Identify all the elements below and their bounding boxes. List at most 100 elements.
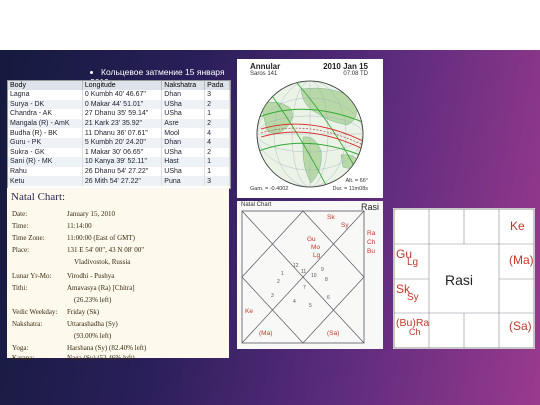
south-planet-sy: Sy	[407, 292, 419, 303]
natal-row-value: January 15, 2010	[67, 210, 116, 218]
north-house-2: 10	[311, 273, 317, 279]
table-cell: Guru - PK	[8, 137, 83, 148]
natal-row-value: 131 E 54' 00", 43 N 08' 00"	[67, 246, 145, 254]
north-planet-ch: Ch	[367, 239, 376, 246]
natal-row-key: Place:	[12, 246, 30, 254]
natal-row-key: Date:	[12, 210, 28, 218]
natal-row: Date: January 15, 2010	[12, 210, 115, 218]
north-planet-sa: (Sa)	[327, 330, 339, 337]
table-cell: 2	[204, 147, 230, 158]
natal-row-key: Time:	[12, 222, 29, 230]
table-cell: 1	[204, 157, 230, 167]
table-cell: Dhan	[161, 90, 206, 100]
natal-row: Tithi: Amavasya (Ra) [Chitra]	[12, 284, 135, 292]
natal-row-key: Karana:	[12, 354, 35, 362]
bullet-dot-icon	[90, 71, 93, 75]
eclipse-map: Annular Saros 141 2010 Jan 15 07:08 TD G…	[237, 59, 383, 198]
natal-row-value: Amavasya (Ra) [Chitra]	[67, 284, 135, 292]
natal-row-key: Lunar Yr-Mo:	[12, 272, 52, 280]
table-cell: 4	[204, 137, 230, 148]
natal-row-value: 11:00:00 (East of GMT)	[67, 234, 135, 242]
north-house-6: 8	[325, 277, 328, 283]
table-cell: 1	[204, 109, 230, 119]
north-planet-ma: (Ma)	[259, 330, 272, 337]
natal-row-value: Friday (Sk)	[67, 308, 100, 316]
table-row: Mangala (R) - AmK 21 Kark 23' 35.92" Asre 2	[8, 118, 230, 129]
table-cell: Mool	[161, 128, 206, 138]
table-cell: 21 Kark 23' 35.92"	[82, 118, 163, 129]
natal-row-value: Virodhi - Pushya	[67, 272, 115, 280]
north-house-3: 12	[293, 263, 299, 269]
table-row: Guru - PK 5 Kumbh 20' 24.20" Dhan 4	[8, 137, 230, 148]
north-house-1: 11	[301, 269, 306, 275]
table-cell: 26 Mith 54' 27.22"	[82, 176, 163, 186]
table-row: Sani (R) - MK 10 Kanya 39' 52.11" Hast 1	[8, 157, 230, 167]
north-planet-lg: Lg	[313, 252, 321, 259]
table-cell: Puna	[161, 176, 206, 186]
table-row: Chandra - AK 27 Dhanu 35' 59.14" USha 1	[8, 109, 230, 119]
south-planet-sa: (Sa)	[509, 319, 532, 333]
table-cell: Mangala (R) - AmK	[8, 118, 83, 129]
eclipse-altitude: Alt. = 66°	[345, 178, 368, 184]
table-row: Sukra - GK 1 Makar 30' 06.65" USha 2	[8, 147, 230, 158]
north-planet-ra: Ra	[367, 230, 376, 237]
north-house-9: 3	[271, 293, 274, 299]
table-cell: 5 Kumbh 20' 24.20"	[82, 137, 163, 148]
natal-row: Yoga: Harshana (Sy) (82.40% left)	[12, 344, 146, 352]
table-cell: Surya - DK	[8, 99, 83, 110]
table-cell: 1	[204, 166, 230, 177]
north-house-12: 5	[309, 303, 312, 309]
south-chart-grid: Gu Lg Ke (Ma) Sk Sy (Bu)Ra Ch (Sa) Rasi	[393, 208, 535, 349]
table-row: Surya - DK 0 Makar 44' 51.01" USha 2	[8, 99, 230, 110]
table-cell: Sukra - GK	[8, 147, 83, 158]
natal-row-key: Vedic Weekday:	[12, 308, 58, 316]
natal-row-key: Tithi:	[12, 284, 28, 292]
table-cell: 3	[204, 176, 230, 186]
north-planet-gu: Gu	[307, 236, 316, 243]
north-house-7: 2	[277, 279, 280, 285]
table-cell: 0 Kumbh 40' 46.67"	[82, 90, 163, 100]
table-cell: 2	[204, 118, 230, 129]
table-cell: 3	[204, 90, 230, 100]
table-header-cell: Pada	[204, 81, 230, 90]
natal-row-value: (93.00% left)	[74, 332, 112, 340]
table-header-cell: Nakshatra	[161, 81, 206, 90]
natal-row-key: Time Zone:	[12, 234, 45, 242]
table-cell: Ketu	[8, 176, 83, 186]
table-row: Ketu 26 Mith 54' 27.22" Puna 3	[8, 176, 230, 186]
north-house-4: 9	[321, 267, 324, 273]
planet-table: Body Longitude Nakshatra Pada Lagna 0 Kumbh …	[7, 80, 231, 189]
table-cell: Budha (R) - BK	[8, 128, 83, 138]
table-row: Rahu 26 Dhanu 54' 27.22" USha 1	[8, 166, 230, 177]
natal-row-key: Yoga:	[12, 344, 29, 352]
natal-row-key: Nakshatra:	[12, 320, 43, 328]
table-cell: Hast	[161, 157, 206, 167]
table-cell: Dhan	[161, 137, 206, 148]
north-house-8: 7	[303, 285, 306, 291]
north-house-11: 4	[293, 299, 296, 305]
table-cell: 26 Dhanu 54' 27.22"	[82, 166, 163, 177]
south-indian-chart: Gu Lg Ke (Ma) Sk Sy (Bu)Ra Ch (Sa) Rasi	[393, 208, 535, 349]
table-cell: 11 Dhanu 36' 07.61"	[82, 128, 163, 138]
table-cell: 0 Makar 44' 51.01"	[82, 99, 163, 110]
natal-title: Natal Chart:	[11, 191, 66, 203]
north-planet-ke: Ke	[245, 308, 253, 315]
north-planet-sy: Sy	[341, 222, 349, 229]
eclipse-duration: Dur. = 11m08s	[332, 186, 368, 192]
south-planet-ch: Ch	[409, 327, 421, 337]
table-row: Lagna 0 Kumbh 40' 46.67" Dhan 3	[8, 90, 230, 100]
table-cell: USha	[161, 99, 206, 110]
table-cell: Chandra - AK	[8, 109, 83, 119]
north-indian-chart: Natal Chart Rasi Gu Sk Sy Mo Lg Ra Ch Bu…	[237, 201, 383, 349]
natal-row: Time Zone: 11:00:00 (East of GMT)	[12, 234, 135, 242]
natal-row: Nakshatra: Uttarashadha (Sy)	[12, 320, 118, 328]
table-header-cell: Body	[8, 81, 83, 90]
table-cell: USha	[161, 166, 206, 177]
table-cell: USha	[161, 109, 206, 119]
eclipse-gamma: Gam. = -0.4002	[250, 186, 289, 192]
natal-row: Vladivostok, Russia	[12, 258, 130, 266]
north-house-10: 6	[327, 295, 330, 301]
natal-row: Time: 11:14:00	[12, 222, 92, 230]
slide-header-band	[0, 0, 540, 50]
natal-row-value: 11:14:00	[67, 222, 92, 230]
